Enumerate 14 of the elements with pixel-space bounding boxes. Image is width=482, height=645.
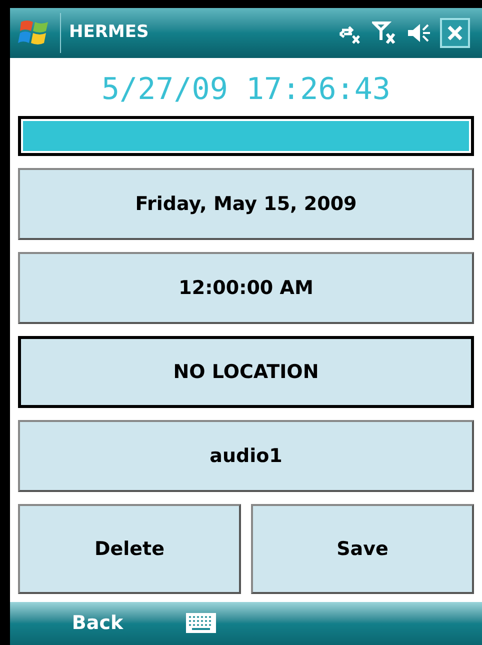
clock-text: 5/27/09 17:26:43 bbox=[102, 70, 390, 109]
close-button[interactable] bbox=[440, 18, 470, 48]
close-icon bbox=[447, 24, 463, 41]
window-title: HERMES bbox=[69, 21, 149, 44]
field-button[interactable]: Save bbox=[251, 504, 474, 594]
field-button[interactable]: audio1 bbox=[18, 420, 474, 492]
keyboard-icon[interactable] bbox=[185, 612, 217, 634]
field-button[interactable]: NO LOCATION bbox=[18, 336, 474, 408]
speaker-icon[interactable] bbox=[406, 22, 432, 44]
signal-icon[interactable] bbox=[372, 20, 398, 46]
back-button[interactable]: Back bbox=[10, 609, 185, 638]
field-button[interactable]: Friday, May 15, 2009 bbox=[18, 168, 474, 240]
field-button[interactable]: 12:00:00 AM bbox=[18, 252, 474, 324]
field-button[interactable]: Delete bbox=[18, 504, 241, 594]
